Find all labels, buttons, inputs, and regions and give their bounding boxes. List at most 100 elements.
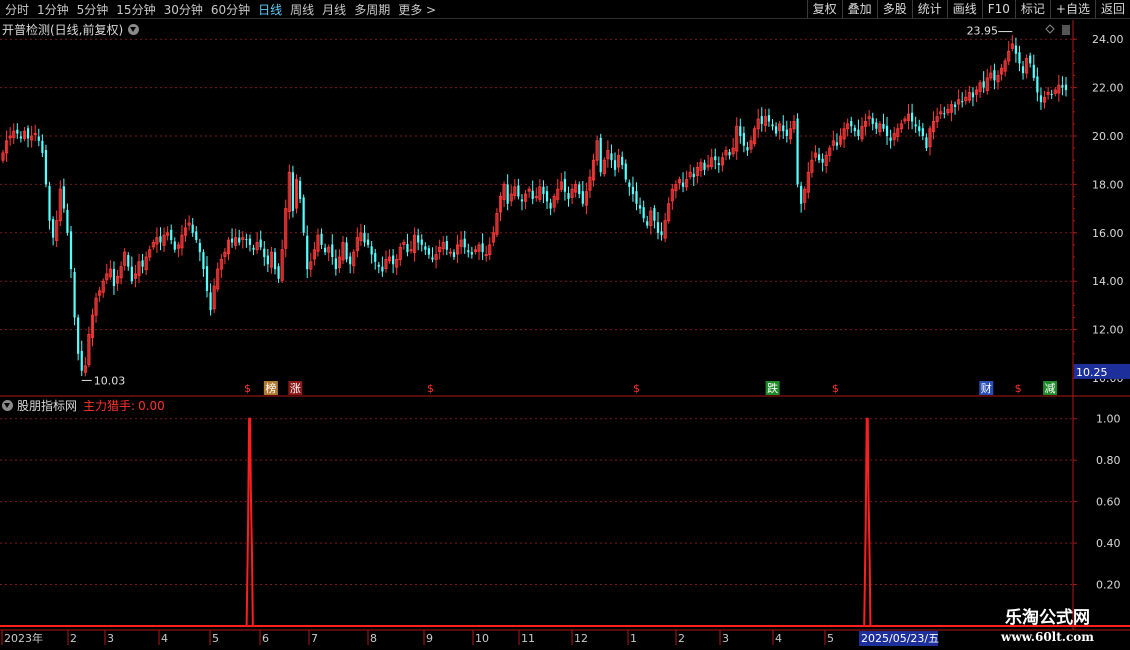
candle — [473, 245, 478, 255]
candle — [788, 120, 792, 145]
candle-body — [427, 248, 431, 255]
candle — [670, 183, 674, 210]
candle — [55, 210, 59, 248]
candle — [631, 176, 635, 202]
candle-body — [660, 231, 663, 236]
candle — [570, 183, 574, 205]
candle — [98, 286, 102, 302]
candle — [459, 231, 463, 255]
cursor-date-label: 2025/05/23/五 — [861, 632, 939, 645]
candle — [334, 249, 337, 276]
candle — [44, 144, 48, 188]
chevron-down-icon[interactable] — [2, 400, 13, 411]
candle — [542, 180, 545, 204]
candle — [739, 118, 742, 144]
signal-marker-label: $ — [633, 382, 640, 395]
candle — [467, 243, 470, 258]
candle — [914, 116, 917, 133]
candle-body — [767, 115, 771, 122]
candle-body — [982, 81, 985, 88]
candle-body — [567, 193, 570, 199]
candle-body — [531, 190, 534, 199]
candle — [506, 174, 509, 211]
candle — [381, 256, 384, 277]
candle — [127, 252, 130, 271]
candle — [720, 152, 724, 172]
candle — [567, 186, 570, 207]
candle — [273, 248, 277, 275]
candle — [402, 239, 406, 250]
candle — [1000, 64, 1004, 81]
candle-body — [130, 266, 133, 282]
candle-body — [170, 229, 173, 241]
indicator-tick-label: 0.20 — [1096, 579, 1121, 592]
candle — [706, 154, 710, 172]
candle — [87, 326, 91, 368]
candle — [488, 237, 492, 260]
candle — [259, 230, 262, 251]
candle-body — [549, 202, 552, 209]
indicator-tick-label: 1.00 — [1096, 413, 1121, 426]
candle — [424, 242, 427, 256]
candle — [1046, 87, 1050, 100]
date-label: 6 — [262, 632, 269, 645]
chevron-down-icon[interactable] — [128, 23, 140, 35]
price-tick-label: 12.00 — [1092, 324, 1124, 337]
signal-marker: 榜 — [263, 381, 278, 395]
candle — [742, 126, 745, 153]
candle-body — [517, 185, 520, 197]
candle-body — [252, 247, 255, 250]
candle — [248, 234, 252, 252]
signal-marker: $ — [427, 382, 434, 395]
candle — [1025, 54, 1029, 79]
candle — [714, 148, 717, 170]
candle — [66, 203, 69, 236]
candle — [642, 200, 645, 223]
candle — [638, 197, 642, 214]
candle — [108, 260, 112, 280]
candle — [606, 140, 610, 168]
candle — [588, 169, 592, 198]
candle — [974, 85, 979, 103]
candle-body — [374, 253, 377, 262]
candle — [767, 108, 771, 127]
candle — [12, 123, 16, 144]
candle — [191, 218, 194, 237]
candle-body — [263, 248, 266, 257]
candle — [559, 173, 563, 193]
candle — [1036, 67, 1039, 102]
candle — [441, 235, 445, 256]
candle — [90, 308, 95, 347]
candle-body — [581, 191, 584, 204]
candle — [967, 85, 971, 104]
stock-chart[interactable]: 24.00 22.00 20.00 18.00 16.00 14.00 12.00 1 0.00… — [0, 0, 1130, 650]
indicator-tick-label: 0.40 — [1096, 537, 1121, 550]
candle — [517, 178, 520, 200]
candle — [255, 232, 259, 254]
candle — [209, 283, 212, 316]
candle — [234, 228, 238, 250]
candle — [628, 179, 631, 196]
candle — [921, 122, 924, 141]
candle-body — [635, 191, 638, 204]
candle — [355, 227, 359, 258]
signal-marker-label: 涨 — [290, 382, 301, 395]
candle — [180, 225, 184, 256]
candle — [599, 133, 602, 177]
candle-body — [542, 186, 545, 195]
indicator-line — [0, 417, 1072, 627]
candle — [438, 239, 442, 260]
candle — [649, 206, 653, 235]
candle — [591, 153, 596, 187]
candle — [112, 261, 116, 295]
candle — [263, 241, 266, 266]
candle-body — [835, 142, 839, 146]
candle-body — [638, 205, 642, 209]
candle-body — [77, 317, 80, 354]
candle-body — [953, 104, 957, 107]
candle — [753, 125, 757, 147]
candle — [62, 178, 65, 213]
candle-body — [599, 137, 602, 173]
candle — [1018, 45, 1021, 72]
candle — [302, 194, 305, 236]
